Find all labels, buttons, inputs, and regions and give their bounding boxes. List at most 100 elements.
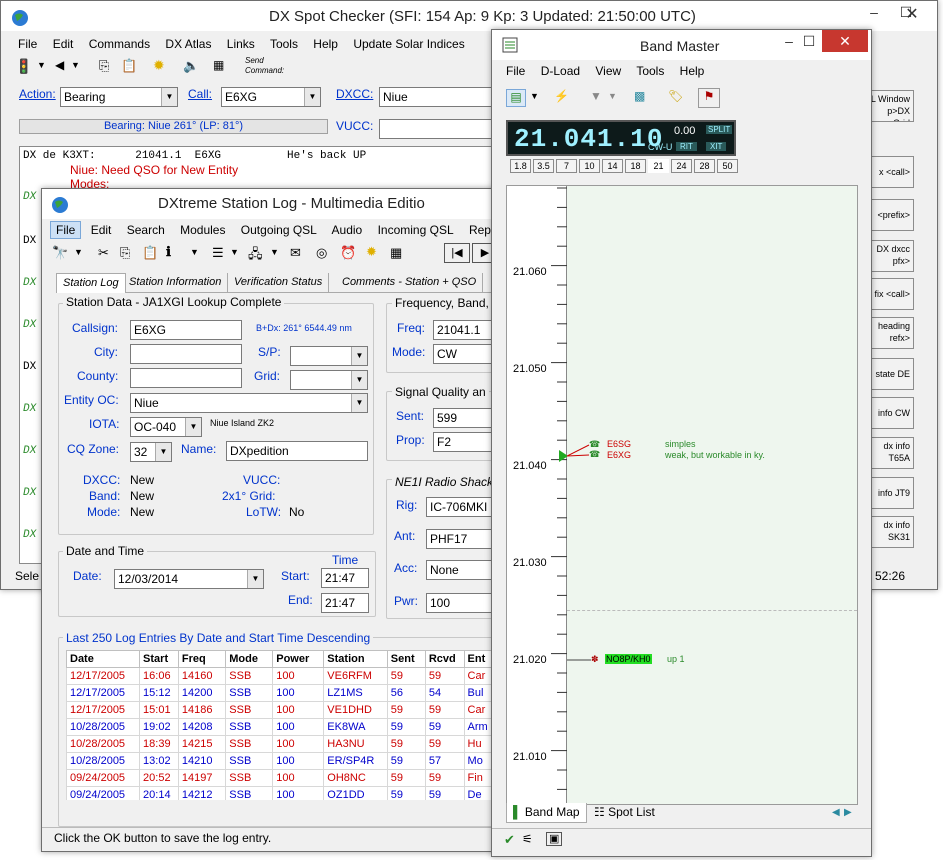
end-time-field[interactable]: 21:47 bbox=[321, 593, 369, 613]
menu-file[interactable]: File bbox=[506, 64, 525, 78]
dropdown-arrow-icon[interactable]: ▼ bbox=[270, 247, 279, 257]
spot-call-no8p[interactable]: NO8P/KH0 bbox=[605, 654, 652, 664]
dropdown-arrow-icon[interactable]: ▼ bbox=[230, 247, 239, 257]
menu-incoming-qsl[interactable]: Incoming QSL bbox=[378, 223, 454, 237]
spot-call-e6sg[interactable]: E6SG bbox=[607, 439, 631, 449]
rig-field[interactable]: IC-706MKI bbox=[426, 497, 500, 517]
minimize-button[interactable]: – bbox=[859, 1, 889, 23]
info-cw-button[interactable]: info CW bbox=[866, 397, 914, 429]
band-map-spot-area[interactable] bbox=[567, 186, 857, 804]
scroll-left-icon[interactable]: ◀ bbox=[832, 807, 840, 818]
menu-d-load[interactable]: D-Load bbox=[541, 64, 580, 78]
envelope-icon[interactable]: ✉ bbox=[290, 245, 301, 261]
dropdown-arrow-icon[interactable]: ▼ bbox=[608, 91, 617, 101]
menu-file[interactable]: File bbox=[50, 221, 82, 239]
info-jt9-button[interactable]: info JT9 bbox=[866, 477, 914, 509]
menu-search[interactable]: Search bbox=[127, 223, 165, 237]
dx-info-sk31-button[interactable]: dx info SK31 bbox=[866, 516, 914, 548]
ant-field[interactable]: PHF17 bbox=[426, 529, 500, 549]
menu-audio[interactable]: Audio bbox=[332, 223, 363, 237]
cq-zone-combo[interactable]: 32 ▼ bbox=[130, 442, 172, 462]
dropdown-arrow-icon[interactable]: ▼ bbox=[37, 60, 46, 70]
filter-icon[interactable]: ▼ bbox=[590, 89, 602, 103]
table-row[interactable]: 09/24/2005 20:52 14197 SSB 100 OH8NC 59 59 Fin bbox=[66, 769, 494, 787]
menu-modules[interactable]: Modules bbox=[180, 223, 225, 237]
spot-call-e6xg[interactable]: E6XG bbox=[607, 450, 631, 460]
log-table-container[interactable]: Date Start Freq Mode Power Station Sent … bbox=[66, 650, 494, 800]
prefix-call-button[interactable]: fix <call> bbox=[866, 278, 914, 310]
dropdown-arrow-icon[interactable]: ▼ bbox=[71, 60, 80, 70]
rit-indicator[interactable]: RIT bbox=[676, 142, 697, 151]
info-icon[interactable]: ℹ bbox=[166, 244, 171, 260]
copy-icon[interactable]: ⎘ bbox=[99, 58, 109, 74]
dropdown-arrow-icon[interactable]: ▼ bbox=[74, 247, 83, 257]
sun-icon[interactable]: ✹ bbox=[153, 57, 165, 74]
callsign-field[interactable]: E6XG bbox=[130, 320, 242, 340]
menu-tools[interactable]: Tools bbox=[270, 37, 298, 51]
menu-links[interactable]: Links bbox=[227, 37, 255, 51]
map-icon[interactable]: ▩ bbox=[634, 89, 645, 103]
col-station[interactable]: Station bbox=[323, 650, 388, 668]
menu-file[interactable]: File bbox=[18, 37, 37, 51]
spot-checker-titlebar[interactable]: DX Spot Checker (SFI: 154 Ap: 9 Kp: 3 Up… bbox=[1, 1, 937, 31]
cut-icon[interactable]: ✂ bbox=[98, 245, 109, 261]
menu-tools[interactable]: Tools bbox=[636, 64, 664, 78]
table-row[interactable]: 10/28/2005 13:02 14210 SSB 100 ER/SP4R 59 57 Mo bbox=[66, 752, 494, 770]
sun-icon[interactable]: ✹ bbox=[366, 244, 377, 260]
grid-combo[interactable]: ▼ bbox=[290, 370, 368, 390]
col-mode[interactable]: Mode bbox=[225, 650, 274, 668]
tab-band-map[interactable]: ▌ Band Map bbox=[506, 803, 587, 823]
action-combo[interactable]: Bearing ▼ bbox=[60, 87, 178, 107]
tab-comments[interactable]: Comments - Station + QSO bbox=[336, 273, 484, 293]
city-field[interactable] bbox=[130, 344, 242, 364]
band-3.5-button[interactable]: 3.5 bbox=[533, 159, 554, 173]
dropdown-arrow-icon[interactable]: ▼ bbox=[530, 91, 539, 101]
iota-combo[interactable]: OC-040 ▼ bbox=[130, 417, 202, 437]
band-1.8-button[interactable]: 1.8 bbox=[510, 159, 531, 173]
table-row[interactable]: 10/28/2005 18:39 14215 SSB 100 HA3NU 59 59 Hu bbox=[66, 735, 494, 753]
menu-commands[interactable]: Commands bbox=[89, 37, 150, 51]
band-24-button[interactable]: 24 bbox=[671, 159, 692, 173]
station-log-titlebar[interactable]: DXtreme Station Log - Multimedia Editio bbox=[42, 189, 500, 219]
acc-field[interactable]: None bbox=[426, 560, 500, 580]
col-ent[interactable]: Ent bbox=[463, 650, 494, 668]
tag-icon[interactable]: 🏷 bbox=[668, 89, 683, 103]
spot-checker-close-button[interactable]: ✕ bbox=[892, 4, 932, 26]
tab-station-log[interactable]: Station Log bbox=[56, 273, 126, 293]
split-indicator[interactable]: SPLIT bbox=[706, 125, 733, 134]
paste-icon[interactable]: 📋 bbox=[121, 58, 137, 74]
heading-button[interactable]: heading refx> bbox=[866, 317, 914, 349]
menu-help[interactable]: Help bbox=[313, 37, 338, 51]
alarm-icon[interactable]: ⏰ bbox=[340, 245, 356, 261]
band-master-titlebar[interactable]: Band Master – ☐ ✕ bbox=[492, 30, 871, 60]
scroll-right-icon[interactable]: ▶ bbox=[844, 807, 852, 818]
band-50-button[interactable]: 50 bbox=[717, 159, 738, 173]
menu-help[interactable]: Help bbox=[680, 64, 705, 78]
band-14-button[interactable]: 14 bbox=[602, 159, 623, 173]
log-table[interactable]: Date Start Freq Mode Power Station Sent … bbox=[66, 650, 494, 800]
table-row[interactable]: 12/17/2005 16:06 14160 SSB 100 VE6RFM 59 59 Car bbox=[66, 667, 494, 685]
county-field[interactable] bbox=[130, 368, 242, 388]
pwr-field[interactable]: 100 bbox=[426, 593, 500, 613]
tab-station-information[interactable]: Station Information bbox=[123, 273, 229, 293]
col-freq[interactable]: Freq bbox=[177, 650, 227, 668]
connect-icon[interactable]: ⚡ bbox=[554, 89, 569, 103]
band-18-button[interactable]: 18 bbox=[625, 159, 646, 173]
first-record-button[interactable]: |◀ bbox=[444, 243, 470, 263]
prefix-button[interactable]: <prefix> bbox=[866, 199, 914, 231]
sp-combo[interactable]: ▼ bbox=[290, 346, 368, 366]
start-time-field[interactable]: 21:47 bbox=[321, 568, 369, 588]
vucc-field[interactable] bbox=[379, 119, 499, 139]
dx-dxcc-button[interactable]: DX dxcc pfx> bbox=[866, 240, 914, 272]
col-sent[interactable]: Sent bbox=[386, 650, 426, 668]
grid-icon[interactable]: ▦ bbox=[390, 245, 402, 261]
table-row[interactable]: 12/17/2005 15:12 14200 SSB 100 LZ1MS 56 54 Bul bbox=[66, 684, 494, 702]
date-combo[interactable]: 12/03/2014 ▼ bbox=[114, 569, 264, 589]
copy-icon[interactable]: ⎘ bbox=[120, 245, 130, 261]
table-row[interactable]: 09/24/2005 20:14 14212 SSB 100 OZ1DD 59 59 De bbox=[66, 786, 494, 800]
disc-icon[interactable]: ◎ bbox=[316, 245, 327, 261]
grid-icon[interactable]: ▦ bbox=[213, 58, 224, 72]
paste-icon[interactable]: 📋 bbox=[142, 245, 158, 261]
menu-view[interactable]: View bbox=[595, 64, 621, 78]
tab-verification-status[interactable]: Verification Status bbox=[228, 273, 330, 293]
